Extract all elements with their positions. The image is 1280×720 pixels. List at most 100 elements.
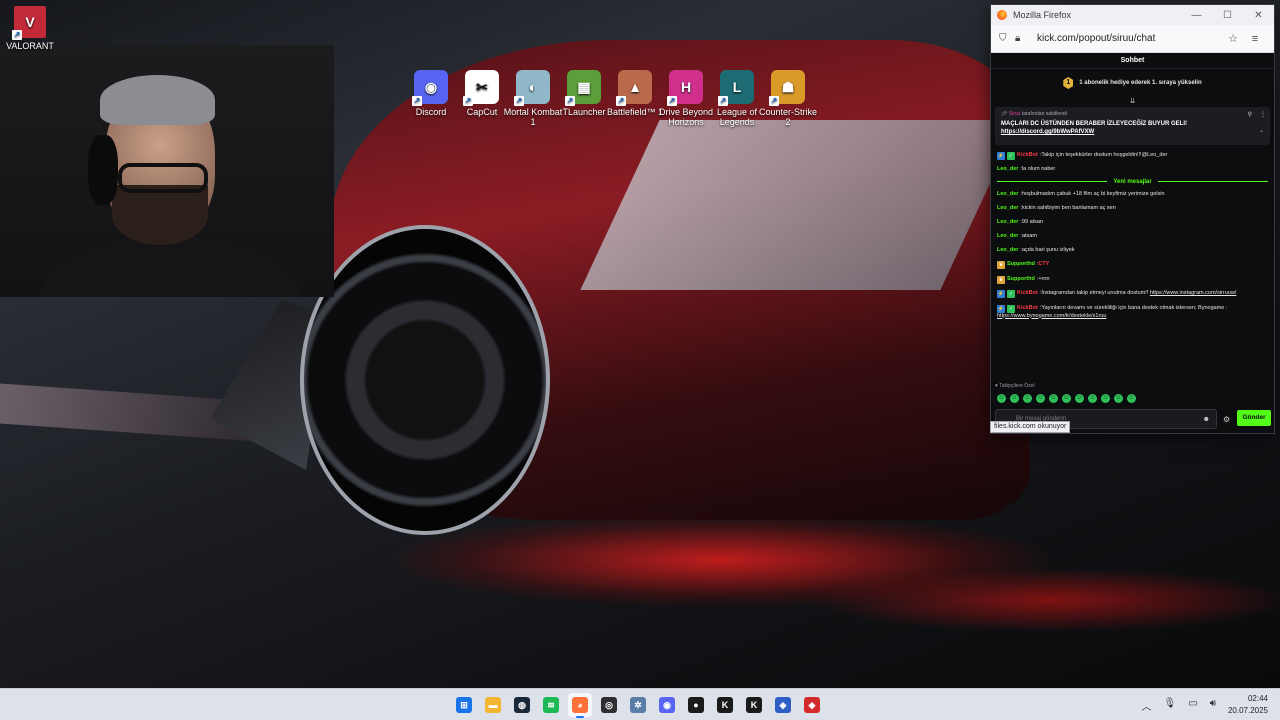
shortcut-arrow-icon: ↗ [718,96,728,106]
address-bar[interactable]: ⛉ 🔒︎ kick.com/popout/siruu/chat ☆ ≡ [991,25,1274,53]
settings-icon[interactable]: ✲ [626,693,650,717]
minimize-button[interactable]: — [1181,5,1212,25]
verified-badge-icon: ✓ [1007,304,1015,313]
chat-username[interactable]: Leo_der [997,219,1018,227]
sub-banner-text: 1 abonelik hediye ederek 1. sıraya yükse… [1079,80,1202,86]
unpin-icon[interactable]: ⚲ [1248,111,1252,118]
chat-message-text: Yayınların devamı ve sürekliliği için ba… [1041,304,1228,311]
chat-username[interactable]: Leo_der [997,205,1018,213]
discord-icon: ◉ ↗ [412,70,448,106]
clock-time: 02:44 [1247,694,1268,703]
taskbar: ⊞ ▬ ◍ ≋ ◕ ◎ ✲ ◉ ● K K ◈ ◆ ︿ 🎙︎ ▭ 🔊︎ 02:44 20.07.2025 [0,688,1280,720]
emote-icon[interactable]: ☺ [1075,394,1084,403]
firefox-window: Mozilla Firefox — ☐ ✕ ⛉ 🔒︎ kick.com/popo… [990,4,1275,434]
verified-badge-icon: ✓ [1007,151,1015,160]
clock[interactable]: 02:44 20.07.2025 [1228,693,1268,717]
menu-icon[interactable]: ≡ [1244,33,1266,45]
chat-username[interactable]: KickBot [1017,152,1038,160]
edge-like-icon[interactable]: ◈ [771,693,795,717]
chat-username[interactable]: Leo_der [997,191,1018,199]
chat-message-link[interactable]: https://www.bynogame.com/tr/destekle/s1r… [997,313,1106,321]
chat-message[interactable]: Leo_der: hoşbulmadım çabuk +18 film aç b… [997,191,1268,199]
start-button[interactable]: ⊞ [452,693,476,717]
desktop-icon-valorant[interactable]: V ↗ VALORANT [0,6,60,51]
firefox-icon[interactable]: ◕ [568,693,592,718]
emoji-icon[interactable]: ☻ [1203,416,1210,423]
spotify-icon[interactable]: ≋ [539,693,563,717]
emote-icon[interactable]: ☺ [997,394,1006,403]
chevron-down-icon[interactable]: ⌄ [1259,127,1264,134]
chat-username[interactable]: Leo_der [997,247,1018,255]
chat-message-text: CTY [1038,261,1050,268]
app-black-icon[interactable]: ● [684,693,708,717]
desktop-icon-label: CapCut [466,107,498,117]
desktop-icon-counter-strike[interactable]: ☗ ↗ Counter-Strike 2 [758,70,818,127]
volume-icon[interactable]: 🔊︎ [1210,698,1216,713]
emote-icon[interactable]: ☺ [1101,394,1110,403]
chat-username[interactable]: Leo_der [997,166,1018,174]
chat-message-text: atsam [1021,233,1037,239]
maximize-button[interactable]: ☐ [1212,5,1243,25]
emote-icon[interactable]: ☺ [1127,394,1136,403]
streamer-cap [100,75,215,125]
url-text[interactable]: kick.com/popout/siruu/chat [1037,33,1222,44]
emote-icon[interactable]: ☺ [1010,394,1019,403]
emote-icon[interactable]: ☺ [1088,394,1097,403]
steam-icon[interactable]: ◍ [510,693,534,717]
display-icon[interactable]: ▭ [1188,698,1197,713]
chat-message-link[interactable]: https://www.instagram.com/sirruuw/ [1150,290,1237,298]
app-black-icon-glyph: ● [688,697,704,713]
league-of-legends-icon: L ↗ [718,70,754,106]
chat-username[interactable]: Supporthd [1007,276,1035,284]
chat-message[interactable]: ⚡ ✓ KickBot: Yayınların devamı ve süreklil… [997,304,1268,321]
chat-message[interactable]: Leo_der: la olum naber [997,166,1268,174]
chat-message[interactable]: Leo_der: 99 atsan [997,219,1268,227]
chat-username[interactable]: KickBot [1017,305,1038,313]
chat-message[interactable]: ♛ Supporthd: CTY [997,261,1268,269]
send-button[interactable]: Gönder [1237,410,1271,426]
emote-icon[interactable]: ☺ [1114,394,1123,403]
chat-header: Sohbet [991,53,1274,69]
chevron-up-icon[interactable]: ︿ [1142,698,1152,713]
collapse-arrow-icon[interactable]: ⇊ [991,97,1274,107]
emote-icon[interactable]: ☺ [1036,394,1045,403]
lock-icon[interactable]: 🔒︎ [1015,33,1031,44]
close-button[interactable]: ✕ [1243,5,1274,25]
kick-icon-glyph: K [717,697,733,713]
chat-message[interactable]: Leo_der: kickin sahibiyim ben banlamam a… [997,205,1268,213]
emote-icon[interactable]: ☺ [1062,394,1071,403]
chat-username[interactable]: Supporthd [1007,261,1035,269]
kick-studio-icon[interactable]: K [742,693,766,717]
file-explorer-icon-glyph: ▬ [485,697,501,713]
subscription-gift-banner[interactable]: 1 1 abonelik hediye ederek 1. sıraya yük… [991,69,1274,97]
capcut-icon: ✂ ↗ [463,70,499,106]
shield-icon[interactable]: ⛉ [999,33,1015,44]
discord-taskbar-icon[interactable]: ◉ [655,693,679,717]
obs-icon[interactable]: ◎ [597,693,621,717]
emote-icon[interactable]: ☺ [1049,394,1058,403]
webcam-overlay [0,45,334,297]
pinned-by-text: tarafından sabitlendi [1021,111,1067,117]
file-explorer-icon[interactable]: ▬ [481,693,505,717]
kick-icon[interactable]: K [713,693,737,717]
microphone-icon[interactable]: 🎙︎ [1164,698,1177,713]
chat-username[interactable]: KickBot [1017,290,1038,298]
chat-message[interactable]: Leo_der: açda bari şunu izliyek [997,247,1268,255]
more-options-icon[interactable]: ⋮ [1260,111,1266,118]
emote-icon[interactable]: ☺ [1023,394,1032,403]
chat-message-text: kickin sahibiyim ben banlamam aç sen [1021,205,1116,211]
chat-message[interactable]: Leo_der: atsam [997,233,1268,241]
chat-message[interactable]: ⚡ ✓ KickBot: Takip için teşekkürler dostum… [997,151,1268,160]
chat-settings-icon[interactable]: ⚙ [1223,415,1230,424]
bookmark-star-icon[interactable]: ☆ [1222,32,1244,45]
shortcut-arrow-icon: ↗ [12,30,22,40]
shortcut-arrow-icon: ↗ [769,96,779,106]
pinned-link[interactable]: https://discord.gg/9bWwPAfVXW [1001,129,1094,135]
clock-date: 20.07.2025 [1227,706,1268,715]
pinned-message[interactable]: 📌︎ Siruu tarafından sabitlendi MAÇLARI D… [995,107,1270,145]
chat-username[interactable]: Leo_der [997,233,1018,241]
chat-message[interactable]: ♛ Supporthd: +rnn [997,275,1268,284]
chat-message[interactable]: ⚡ ✓ KickBot: İnstagramdan takip etmeyi unu… [997,290,1268,298]
shortcut-arrow-icon: ↗ [565,96,575,106]
red-app-icon[interactable]: ◆ [800,693,824,717]
